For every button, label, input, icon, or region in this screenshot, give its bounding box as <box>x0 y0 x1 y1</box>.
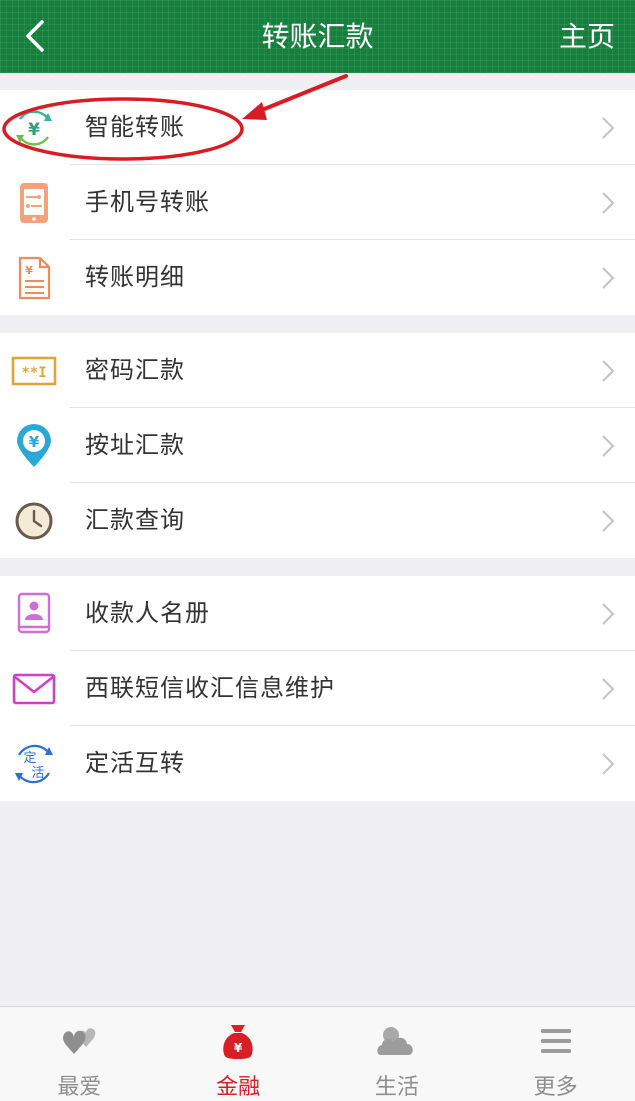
chevron-right-icon <box>602 117 615 139</box>
chevron-right-icon <box>602 192 615 214</box>
payee-group: 收款人名册 西联短信收汇信息维护 定 活 定活互转 <box>0 576 635 801</box>
remittance-group: **I 密码汇款 ¥ 按址汇款 汇款查询 <box>0 333 635 558</box>
payee-book-icon <box>17 592 51 634</box>
chevron-right-icon <box>602 360 615 382</box>
svg-text:**I: **I <box>21 365 46 381</box>
hearts-icon <box>63 1028 96 1054</box>
smart-transfer-yen-icon: ¥ <box>16 110 52 146</box>
svg-text:¥: ¥ <box>28 120 40 140</box>
menu-item-label: 手机号转账 <box>85 188 210 216</box>
envelope-icon <box>12 673 56 705</box>
menu-item-remit-query[interactable]: 汇款查询 <box>0 483 635 558</box>
bottom-tab-bar: 最爱 ¥ 金融 生活 更多 <box>0 1006 635 1101</box>
menu-item-label: 定活互转 <box>85 749 185 777</box>
chevron-right-icon <box>602 510 615 532</box>
menu-item-label: 转账明细 <box>85 263 185 291</box>
phone-transfer-icon <box>20 183 48 223</box>
menu-item-transfer-detail[interactable]: ¥ 转账明细 <box>0 240 635 315</box>
menu-item-fixed-current-swap[interactable]: 定 活 定活互转 <box>0 726 635 801</box>
app-header: 转账汇款 主页 <box>0 0 635 73</box>
chevron-right-icon <box>602 435 615 457</box>
menu-icon <box>540 1029 571 1053</box>
menu-item-label: 按址汇款 <box>85 431 185 459</box>
password-remit-icon: **I <box>11 356 57 386</box>
tab-label: 最爱 <box>57 1075 102 1100</box>
home-button[interactable]: 主页 <box>559 0 615 73</box>
tab-label: 更多 <box>533 1075 578 1100</box>
transfer-detail-document-icon: ¥ <box>18 256 51 300</box>
svg-text:活: 活 <box>31 766 44 781</box>
chevron-right-icon <box>602 603 615 625</box>
menu-item-address-remit[interactable]: ¥ 按址汇款 <box>0 408 635 483</box>
money-bag-icon: ¥ <box>223 1025 253 1059</box>
svg-text:¥: ¥ <box>25 264 33 277</box>
cloud-icon <box>377 1027 413 1055</box>
menu-item-password-remit[interactable]: **I 密码汇款 <box>0 333 635 408</box>
menu-item-phone-transfer[interactable]: 手机号转账 <box>0 165 635 240</box>
back-icon[interactable] <box>14 14 58 58</box>
chevron-right-icon <box>602 753 615 775</box>
tab-finance[interactable]: ¥ 金融 <box>159 1007 318 1101</box>
svg-text:¥: ¥ <box>29 433 40 451</box>
menu-item-label: 智能转账 <box>85 113 185 141</box>
menu-item-payee-book[interactable]: 收款人名册 <box>0 576 635 651</box>
transfer-group: ¥ 智能转账 手机号转账 ¥ 转账明细 <box>0 90 635 315</box>
menu-item-western-union[interactable]: 西联短信收汇信息维护 <box>0 651 635 726</box>
menu-item-label: 汇款查询 <box>85 506 185 534</box>
menu-item-label: 收款人名册 <box>85 599 210 627</box>
menu-item-label: 密码汇款 <box>85 356 185 384</box>
tab-more[interactable]: 更多 <box>476 1007 635 1101</box>
chevron-right-icon <box>602 267 615 289</box>
clock-icon <box>15 502 53 540</box>
address-pin-yen-icon: ¥ <box>17 424 51 467</box>
chevron-right-icon <box>602 678 615 700</box>
tab-life[interactable]: 生活 <box>318 1007 477 1101</box>
menu-item-label: 西联短信收汇信息维护 <box>85 674 335 702</box>
svg-text:¥: ¥ <box>234 1041 243 1055</box>
fixed-current-swap-icon: 定 活 <box>15 744 53 784</box>
tab-favorites[interactable]: 最爱 <box>0 1007 159 1101</box>
svg-text:定: 定 <box>23 751 36 766</box>
tab-label: 金融 <box>216 1075 261 1100</box>
tab-label: 生活 <box>374 1075 419 1100</box>
page-title: 转账汇款 <box>261 20 374 53</box>
menu-item-smart-transfer[interactable]: ¥ 智能转账 <box>0 90 635 165</box>
